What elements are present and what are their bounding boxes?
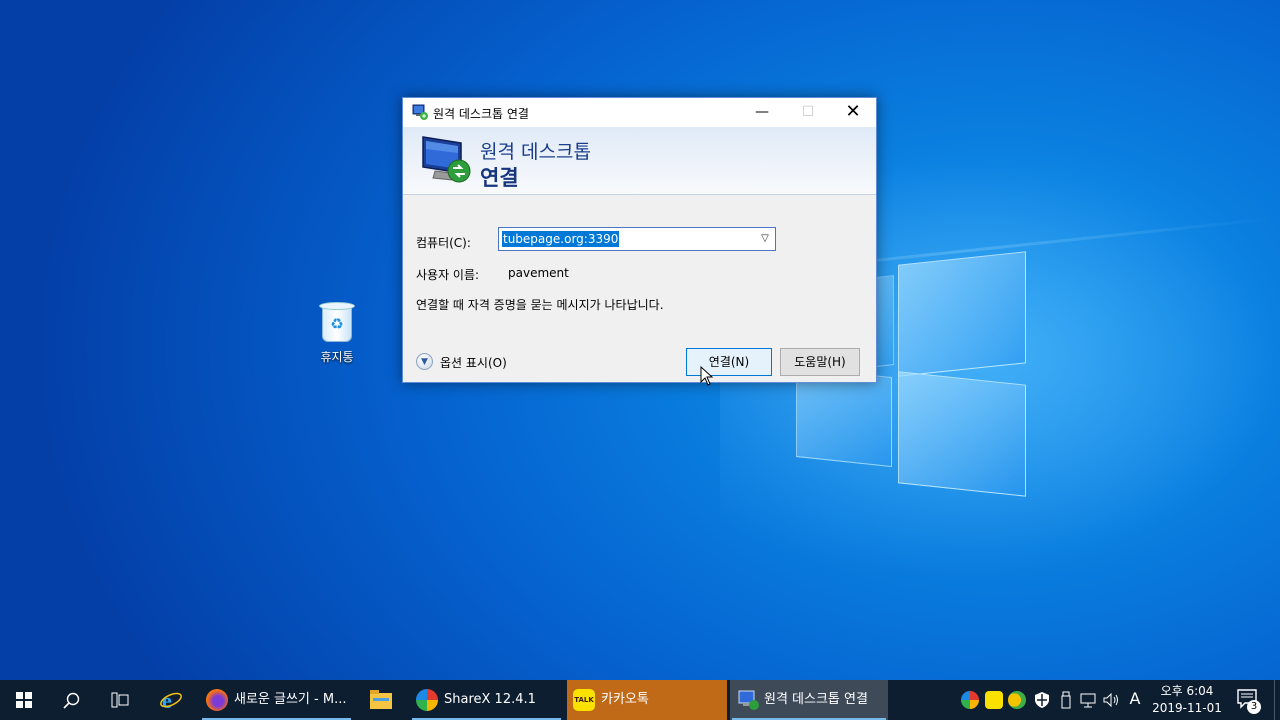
computer-label: 컴퓨터(C): [416,236,471,250]
firefox-icon [206,689,228,711]
internet-explorer-icon: e [160,688,182,712]
sharex-tray-icon[interactable] [961,691,979,709]
shield-icon[interactable] [1033,691,1051,709]
taskbar-app-firefox[interactable]: 새로운 글쓰기 - M... [200,680,353,720]
search-icon [63,692,80,709]
notification-count-badge: 3 [1247,700,1261,714]
remote-desktop-icon [412,104,428,120]
computer-combobox[interactable]: tubepage.org:3390 ▽ [498,227,776,251]
task-view-button[interactable] [96,680,144,720]
search-button[interactable] [48,680,96,720]
kakaotalk-tray-icon[interactable] [985,691,1003,709]
taskbar-clock[interactable]: 오후 6:04 2019-11-01 [1148,683,1226,717]
computer-input-value[interactable]: tubepage.org:3390 [502,231,620,247]
minimize-button[interactable]: — [739,98,785,127]
remote-desktop-dialog: 원격 데스크톱 연결 — ☐ ✕ 원격 데스크톱 연결 컴퓨터(C): tube… [402,97,877,383]
banner-title-line2: 연결 [480,166,519,190]
title-bar[interactable]: 원격 데스크톱 연결 — ☐ ✕ [403,98,876,127]
volume-icon[interactable] [1102,691,1120,709]
banner-title-line1: 원격 데스크톱 [480,141,591,163]
recycle-bin-label: 휴지통 [320,350,354,364]
taskbar-app-explorer[interactable] [356,680,404,720]
task-view-icon [111,692,129,708]
show-desktop-button[interactable] [1274,680,1280,720]
input-method-indicator[interactable]: A [1126,689,1144,708]
taskbar-app-kakaotalk[interactable]: TALK 카카오톡 [567,680,727,720]
show-options-label[interactable]: 옵션 표시(O) [440,354,507,371]
connect-button[interactable]: 연결(N) [686,348,772,376]
network-icon[interactable] [1079,691,1097,709]
username-label: 사용자 이름: [416,268,480,282]
usb-eject-icon[interactable] [1057,691,1075,709]
recycle-bin-icon: ♻ [318,300,356,342]
taskbar: e 새로운 글쓰기 - M... ShareX 12.4.1 TALK 카카오톡… [0,680,1280,720]
taskbar-app-sharex[interactable]: ShareX 12.4.1 [410,680,563,720]
maximize-button[interactable]: ☐ [785,98,831,127]
clock-time: 오후 6:04 [1160,684,1214,698]
expand-arrow-icon[interactable]: ▼ [416,353,433,370]
remote-desktop-monitor-icon [422,136,471,183]
kakaotalk-icon: TALK [573,689,595,711]
help-button[interactable]: 도움말(H) [780,348,860,376]
mouse-cursor-icon [700,366,714,386]
taskbar-app-label: 원격 데스크톱 연결 [764,692,868,707]
wallpaper-logo-pane [898,371,1026,497]
taskbar-app-label: 카카오톡 [601,692,649,707]
system-tray: A [955,680,1145,720]
window-title: 원격 데스크톱 연결 [433,107,529,121]
dialog-banner: 원격 데스크톱 연결 [403,127,876,195]
wallpaper-logo-pane [898,251,1026,377]
windows-logo-icon [16,692,32,708]
action-center-button[interactable]: 3 [1236,688,1262,714]
close-button[interactable]: ✕ [830,98,876,127]
recycle-bin-shortcut[interactable]: ♻ 휴지통 [302,300,372,365]
clock-date: 2019-11-01 [1152,701,1222,715]
username-value: pavement [508,266,569,280]
taskbar-app-label: ShareX 12.4.1 [444,692,536,707]
taskbar-app-label: 새로운 글쓰기 - M... [234,692,347,707]
taskbar-app-remote-desktop[interactable]: 원격 데스크톱 연결 [730,680,888,720]
chevron-down-icon[interactable]: ▽ [757,231,773,247]
wallpaper-logo-pane [876,275,894,367]
file-explorer-icon [370,690,392,709]
remote-desktop-icon [738,690,759,710]
internet-explorer-button[interactable]: e [147,680,195,720]
start-button[interactable] [0,680,48,720]
norton-tray-icon[interactable] [1008,691,1026,709]
credentials-info-text: 연결할 때 자격 증명을 묻는 메시지가 나타납니다. [416,298,664,312]
sharex-icon [416,689,438,711]
